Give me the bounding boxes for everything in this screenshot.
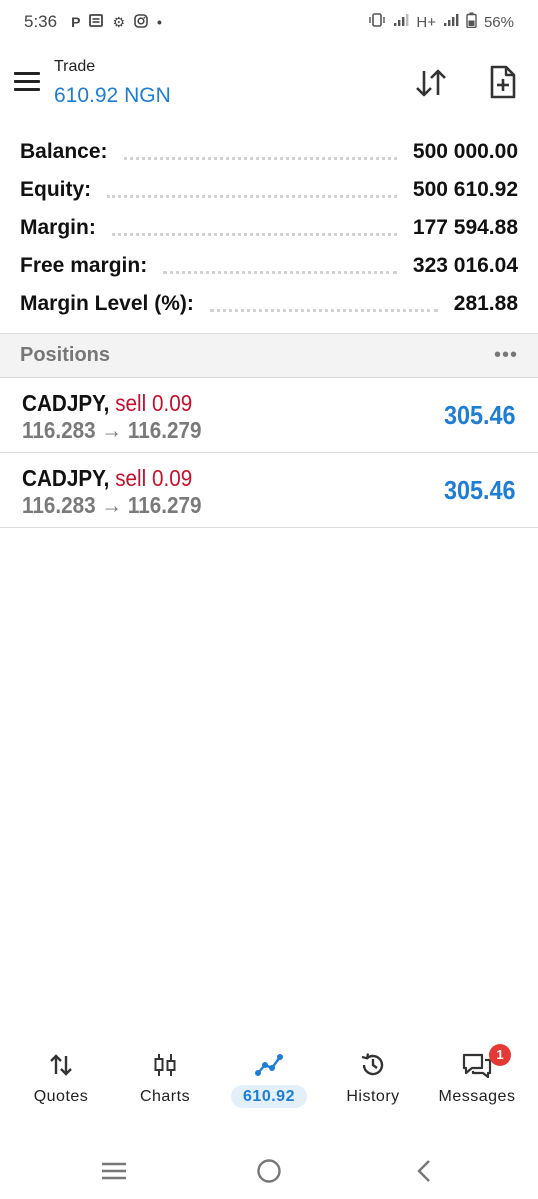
system-nav-bar	[0, 1140, 538, 1199]
sort-icon[interactable]	[411, 66, 451, 100]
summary-label: Balance:	[20, 140, 108, 163]
position-side: sell 0.09	[115, 465, 193, 491]
vibrate-icon	[368, 13, 386, 31]
bottom-nav: Quotes Charts 610.92 History 1 Messages	[0, 1040, 538, 1120]
signal-icon	[393, 13, 409, 31]
summary-value: 281.88	[453, 292, 518, 315]
dotted-leader	[111, 232, 397, 236]
position-symbol: CADJPY,	[22, 390, 110, 416]
position-row[interactable]: CADJPY, sell 0.09 116.283 → 116.279 305.…	[0, 453, 538, 528]
positions-list: CADJPY, sell 0.09 116.283 → 116.279 305.…	[0, 378, 538, 528]
new-order-icon[interactable]	[484, 64, 520, 100]
nav-trade-label: 610.92	[231, 1085, 307, 1108]
settings-icon: ⚙	[112, 13, 125, 30]
instagram-icon	[134, 13, 148, 31]
nav-label: Charts	[139, 1088, 191, 1105]
back-icon[interactable]	[410, 1156, 440, 1186]
summary-value: 177 594.88	[412, 216, 518, 239]
profit-subtitle: 610.92 NGN	[54, 84, 171, 107]
summary-row-margin: Margin: 177 594.88	[0, 209, 538, 247]
history-icon	[356, 1048, 390, 1082]
summary-label: Equity:	[20, 178, 92, 201]
menu-icon[interactable]	[14, 72, 40, 92]
summary-label: Margin:	[20, 216, 96, 239]
status-right: H+ 56%	[368, 12, 514, 32]
page-title: Trade	[54, 58, 96, 75]
account-summary: Balance: 500 000.00 Equity: 500 610.92 M…	[0, 133, 538, 323]
trade-icon	[252, 1048, 286, 1082]
position-symbol: CADJPY,	[22, 465, 110, 491]
position-profit: 305.46	[444, 400, 516, 430]
summary-row-balance: Balance: 500 000.00	[0, 133, 538, 171]
summary-row-margin-level: Margin Level (%): 281.88	[0, 285, 538, 323]
summary-label: Free margin:	[20, 254, 148, 277]
position-row[interactable]: CADJPY, sell 0.09 116.283 → 116.279 305.…	[0, 378, 538, 453]
status-bar: 5:36 P ⚙ • H+ 56%	[0, 0, 538, 44]
summary-value: 500 610.92	[412, 178, 518, 201]
position-profit: 305.46	[444, 475, 516, 505]
home-icon[interactable]	[254, 1156, 284, 1186]
nav-label: Messages	[438, 1088, 516, 1105]
position-side: sell 0.09	[115, 390, 193, 416]
positions-title: Positions	[20, 344, 111, 366]
position-prices: 116.283 → 116.279	[22, 492, 202, 518]
battery-icon	[466, 12, 477, 32]
summary-value: 323 016.04	[412, 254, 518, 277]
charts-icon	[148, 1048, 182, 1082]
summary-row-free-margin: Free margin: 323 016.04	[0, 247, 538, 285]
summary-label: Margin Level (%):	[20, 292, 194, 315]
signal-icon-2	[443, 13, 459, 31]
status-time: 5:36	[24, 12, 58, 31]
summary-row-equity: Equity: 500 610.92	[0, 171, 538, 209]
dot-icon: •	[157, 14, 162, 30]
position-title: CADJPY, sell 0.09	[22, 465, 192, 492]
nav-label: 610.92	[215, 1085, 323, 1108]
parking-icon: P	[71, 14, 81, 30]
messages-badge: 1	[489, 1044, 511, 1066]
nav-messages[interactable]: 1 Messages	[423, 1040, 531, 1120]
app-header: Trade 610.92 NGN	[0, 50, 538, 120]
summary-value: 500 000.00	[412, 140, 518, 163]
nav-quotes[interactable]: Quotes	[7, 1040, 115, 1120]
network-type: H+	[416, 13, 436, 31]
nav-trade[interactable]: 610.92	[215, 1040, 323, 1120]
dotted-leader	[209, 308, 438, 312]
more-options-icon[interactable]: •••	[494, 344, 518, 367]
dotted-leader	[123, 156, 397, 160]
positions-header: Positions •••	[0, 333, 538, 378]
quotes-icon	[44, 1048, 78, 1082]
news-icon	[89, 14, 104, 30]
battery-percent: 56%	[483, 13, 514, 31]
nav-label: Quotes	[33, 1088, 89, 1105]
position-prices: 116.283 → 116.279	[22, 417, 202, 443]
position-title: CADJPY, sell 0.09	[22, 390, 192, 417]
dotted-leader	[107, 194, 397, 198]
nav-label: History	[346, 1088, 400, 1105]
nav-history[interactable]: History	[319, 1040, 427, 1120]
recent-apps-icon[interactable]	[99, 1156, 129, 1186]
dotted-leader	[163, 270, 397, 274]
nav-charts[interactable]: Charts	[111, 1040, 219, 1120]
